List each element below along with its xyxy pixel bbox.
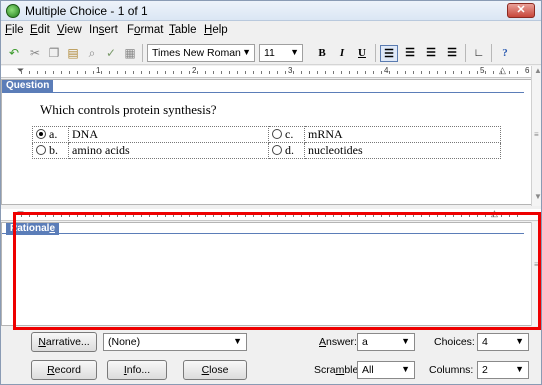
section-rule (2, 92, 524, 93)
question-scrollbar[interactable]: ▲ ≡ ▼ (531, 66, 542, 206)
info-button[interactable]: Info... (107, 360, 167, 380)
choice-b-text[interactable]: amino acids (68, 142, 269, 159)
spellcheck-icon[interactable]: ✓ (103, 45, 119, 61)
choice-d-text[interactable]: nucleotides (304, 142, 501, 159)
undo-icon[interactable]: ↶ (6, 45, 22, 61)
indent-marker[interactable]: ⏷ (17, 209, 25, 220)
indent-marker[interactable]: ⏷ (17, 66, 25, 77)
table-row: a. DNA c. mRNA (32, 126, 501, 143)
copy-icon[interactable]: ❐ (46, 45, 62, 61)
title-bar: Multiple Choice - 1 of 1 ✕ (1, 1, 541, 21)
multiple-choice-window: Multiple Choice - 1 of 1 ✕ File Edit Vie… (0, 0, 542, 385)
menu-help[interactable]: Help (204, 24, 228, 36)
right-indent-marker[interactable]: △ (499, 66, 507, 77)
ruler-number: 1 (96, 66, 101, 75)
window-title: Multiple Choice - 1 of 1 (25, 4, 148, 18)
ruler-number: 5 (480, 66, 485, 75)
answer-label: Answer: (319, 336, 357, 348)
choices-select[interactable]: 4 ▼ (477, 333, 529, 351)
columns-label: Columns: (429, 364, 474, 376)
italic-button[interactable]: I (333, 45, 351, 62)
chevron-down-icon: ▼ (242, 47, 251, 57)
answer-select[interactable]: a ▼ (357, 333, 415, 351)
choices-label: Choices: (434, 336, 475, 348)
menu-file[interactable]: File (5, 24, 24, 36)
record-button[interactable]: Record (31, 360, 97, 380)
rationale-label: Rationale (6, 223, 60, 235)
menu-insert[interactable]: Insert (89, 24, 118, 36)
radio-icon[interactable] (272, 145, 282, 155)
narrative-button[interactable]: Narrative... (31, 332, 97, 352)
paste-icon[interactable]: ▤ (65, 45, 81, 61)
close-window-button[interactable]: ✕ (507, 3, 535, 18)
font-size-select[interactable]: 11 ▼ (259, 44, 303, 62)
ruler-number: 6 (525, 66, 530, 75)
radio-icon[interactable] (36, 145, 46, 155)
question-label: Question (2, 80, 54, 92)
narrative-select[interactable]: (None) ▼ (103, 333, 247, 351)
scroll-down-icon[interactable]: ▼ (534, 193, 542, 201)
question-ruler: ⏷ 1 2 3 4 5 6 △ (1, 66, 541, 78)
ruler-number: 2 (192, 66, 197, 75)
app-icon (6, 4, 20, 18)
toolbar-separator (142, 44, 143, 62)
menu-table[interactable]: Table (169, 24, 197, 36)
radio-icon[interactable] (272, 129, 282, 139)
scramble-select[interactable]: All ▼ (357, 361, 415, 379)
scroll-up-icon[interactable]: ▲ (534, 67, 542, 75)
chevron-down-icon: ▼ (401, 336, 410, 346)
chevron-down-icon: ▼ (401, 364, 410, 374)
rationale-scrollbar[interactable]: ≡ (531, 222, 541, 326)
underline-button[interactable]: U (353, 45, 371, 62)
choice-a-option[interactable]: a. (32, 126, 69, 143)
chevron-down-icon: ▼ (515, 336, 524, 346)
align-left-icon[interactable]: ☰ (380, 45, 398, 62)
scroll-grip-icon[interactable]: ≡ (534, 131, 539, 139)
answer-choices-table: a. DNA c. mRNA b. amino acids d. nucleot… (32, 126, 501, 159)
close-button[interactable]: Close (183, 360, 247, 380)
choice-d-option[interactable]: d. (268, 142, 305, 159)
columns-select[interactable]: 2 ▼ (477, 361, 529, 379)
align-right-icon[interactable]: ☰ (422, 45, 440, 62)
cut-icon[interactable]: ✂ (27, 45, 43, 61)
chevron-down-icon: ▼ (515, 364, 524, 374)
radio-selected-icon[interactable] (36, 129, 46, 139)
section-rule (2, 233, 524, 234)
justify-icon[interactable]: ☰ (443, 45, 461, 62)
toolbar-separator (491, 44, 492, 62)
align-center-icon[interactable]: ☰ (401, 45, 419, 62)
question-text[interactable]: Which controls protein synthesis? (40, 102, 217, 118)
bold-button[interactable]: B (313, 45, 331, 62)
ruler-ticks (21, 214, 525, 217)
insert-table-icon[interactable]: ▦ (122, 45, 138, 61)
menu-edit[interactable]: Edit (30, 24, 50, 36)
scroll-grip-icon[interactable]: ≡ (534, 261, 539, 269)
right-indent-marker[interactable]: △ (491, 209, 499, 220)
menu-format[interactable]: Format (127, 24, 163, 36)
rationale-editor[interactable]: Rationale (1, 222, 534, 326)
tab-stop-icon[interactable]: ∟ (470, 45, 488, 62)
choice-a-text[interactable]: DNA (68, 126, 269, 143)
find-icon[interactable]: ⌕ (84, 45, 100, 61)
menu-view[interactable]: View (57, 24, 82, 36)
rationale-ruler: ⏷ △ (1, 209, 541, 221)
choice-b-option[interactable]: b. (32, 142, 69, 159)
question-editor[interactable]: Question Which controls protein synthesi… (1, 79, 534, 205)
ruler-number: 4 (384, 66, 389, 75)
table-row: b. amino acids d. nucleotides (32, 142, 501, 159)
help-button[interactable]: ? (496, 45, 514, 62)
toolbar-separator (375, 44, 376, 62)
toolbar: ↶ ✂ ❐ ▤ ⌕ ✓ ▦ Times New Roman ▼ 11 ▼ B I U… (1, 41, 541, 65)
choice-c-text[interactable]: mRNA (304, 126, 501, 143)
chevron-down-icon: ▼ (290, 47, 299, 57)
ruler-number: 3 (288, 66, 293, 75)
chevron-down-icon: ▼ (233, 336, 242, 346)
font-name-select[interactable]: Times New Roman ▼ (147, 44, 255, 62)
toolbar-separator (465, 44, 466, 62)
scramble-label: Scramble: (314, 364, 362, 376)
choice-c-option[interactable]: c. (268, 126, 305, 143)
menu-bar: File Edit View Insert Format Table Help (1, 22, 541, 40)
